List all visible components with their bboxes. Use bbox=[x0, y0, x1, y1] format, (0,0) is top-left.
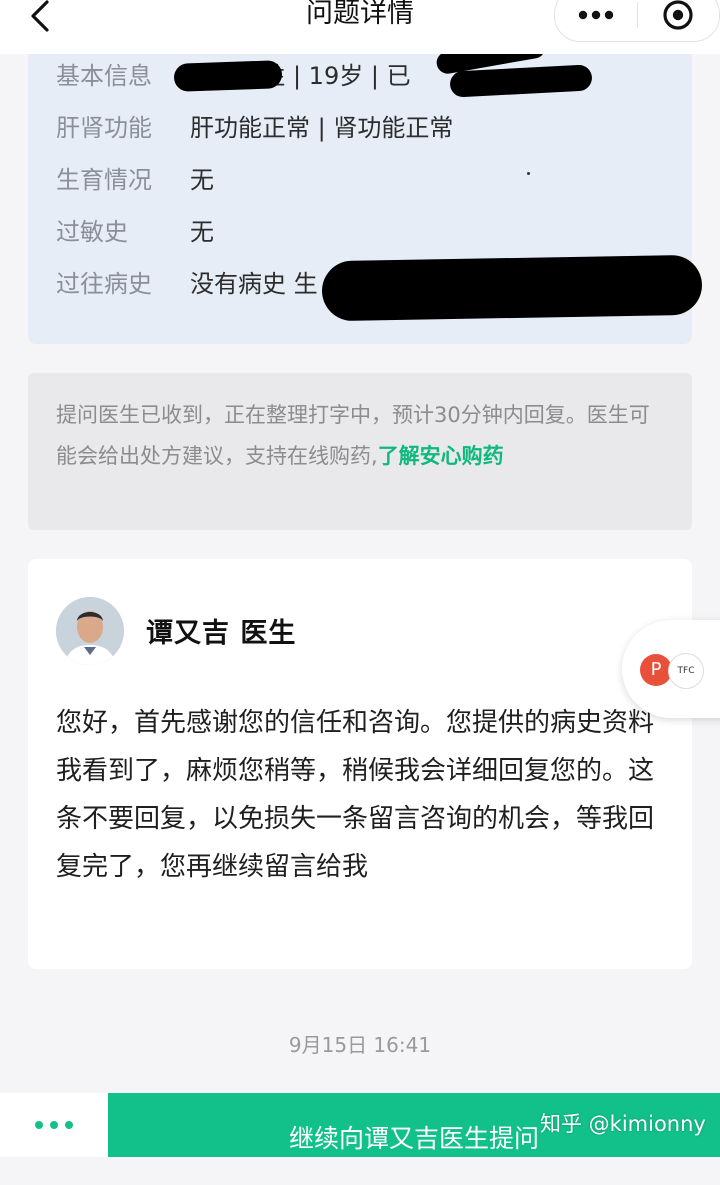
doctor-message: 您好，首先感谢您的信任和咨询。您提供的病史资料我看到了，麻烦您稍等，稍候我会详细… bbox=[56, 708, 655, 882]
tfc-logo-icon: TFC bbox=[668, 653, 704, 689]
ellipsis-icon bbox=[35, 1121, 73, 1129]
info-row-fertility: 生育情况 无 bbox=[56, 160, 214, 200]
speck-mark bbox=[527, 172, 530, 175]
message-timestamp: 9月15日 16:41 bbox=[288, 1033, 432, 1057]
info-value: 无 bbox=[190, 218, 214, 246]
floating-widget[interactable]: P TFC bbox=[622, 620, 720, 718]
doctor-photo-icon bbox=[56, 597, 124, 665]
target-icon bbox=[663, 0, 693, 30]
zhihu-watermark: 知乎 @kimionny bbox=[540, 1112, 706, 1136]
capsule-close-button[interactable] bbox=[638, 0, 718, 41]
info-label: 肝肾功能 bbox=[56, 114, 152, 142]
notice-text: 提问医生已收到，正在整理打字中，预计30分钟内回复。医生可能会给出处方建议，支持… bbox=[56, 403, 650, 468]
redaction-mark bbox=[321, 254, 703, 322]
miniapp-capsule bbox=[554, 0, 720, 42]
info-value: 无 bbox=[190, 166, 214, 194]
ellipsis-icon bbox=[578, 10, 614, 20]
doctor-avatar[interactable] bbox=[56, 597, 124, 665]
info-label: 过敏史 bbox=[56, 218, 128, 246]
capsule-more-button[interactable] bbox=[555, 0, 637, 41]
notice-box: 提问医生已收到，正在整理打字中，预计30分钟内回复。医生可能会给出处方建议，支持… bbox=[28, 373, 692, 530]
info-value: 没有病史 生 bbox=[190, 270, 318, 298]
doctor-name: 谭又吉 医生 bbox=[146, 618, 297, 649]
patient-info-card: 基本信息女 | 女性 | 19岁 | 已 肝肾功能 肝功能正常 | 肾功能正常 生… bbox=[28, 34, 703, 344]
info-label: 生育情况 bbox=[56, 166, 152, 194]
more-options-button[interactable] bbox=[0, 1093, 108, 1157]
info-row-history: 过往病史 没有病史 生 bbox=[56, 264, 318, 304]
top-navbar: 问题详情 bbox=[0, 0, 720, 54]
info-label: 基本信息 bbox=[56, 62, 152, 90]
info-label: 过往病史 bbox=[56, 270, 152, 298]
info-value: 肝功能正常 | 肾功能正常 bbox=[190, 114, 454, 142]
info-row-liver-kidney: 肝肾功能 肝功能正常 | 肾功能正常 bbox=[56, 108, 453, 148]
secure-purchase-link[interactable]: 了解安心购药 bbox=[378, 444, 504, 468]
info-row-allergy: 过敏史 无 bbox=[56, 212, 214, 252]
doctor-message-card: 谭又吉 医生 您好，首先感谢您的信任和咨询。您提供的病史资料我看到了，麻烦您稍等… bbox=[28, 559, 692, 969]
redaction-mark bbox=[173, 60, 283, 92]
